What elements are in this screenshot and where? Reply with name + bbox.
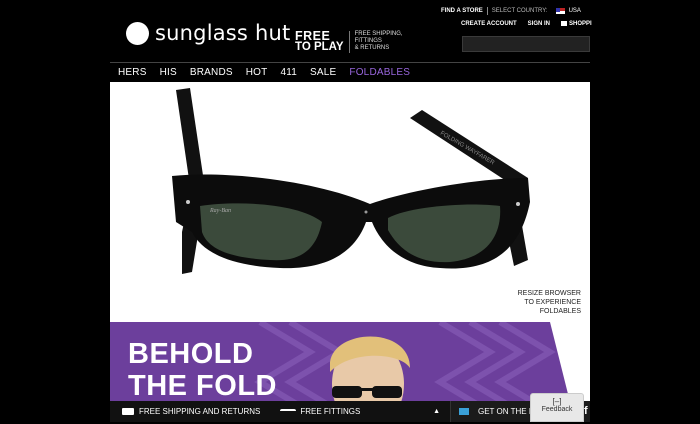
promo-to-play: TO PLAY [295,41,344,53]
promo-detail-returns: & RETURNS [354,45,390,51]
utility-divider [486,7,488,15]
ray-ban-logo: Ray-Ban [209,208,231,214]
shopping-bag-label: SHOPPI [569,21,592,28]
resize-browser-note: RESIZE BROWSER TO EXPERIENCE FOLDABLES [518,289,581,316]
headline-line-2: THE FOLD [128,370,277,402]
folding-wayfarer-sunglasses-image: FOLDING WAYFARER Ray-Ban [172,88,530,274]
footer-bar: FREE SHIPPING AND RETURNS FREE FITTINGS … [110,401,590,422]
utility-bar: FIND A STORE SELECT COUNTRY: USA [441,7,581,15]
create-account-link[interactable]: CREATE ACCOUNT [461,21,517,27]
shopping-bag-icon [561,21,568,26]
sun-logo-icon [126,21,149,45]
main-nav: HERS HIS BRANDS HOT 411 SALE FOLDABLES [110,62,590,82]
behold-the-fold-banner[interactable]: BEHOLD THE FOLD [110,322,590,402]
shopping-bag-link[interactable]: SHOPPI [561,21,592,27]
free-fittings-link[interactable]: FREE FITTINGS [260,401,360,422]
resize-line-3: FOLDABLES [539,308,581,315]
search-input[interactable] [462,36,590,52]
nav-item-411[interactable]: 411 [280,67,297,78]
select-country-label: SELECT COUNTRY: [491,8,548,14]
resize-line-2: TO EXPERIENCE [524,299,581,306]
nav-item-foldables[interactable]: FOLDABLES [349,67,410,78]
free-fittings-label: FREE FITTINGS [300,407,361,416]
feedback-button[interactable]: [–] Feedback [530,393,584,422]
promo-details: FREE SHIPPING, FITTINGS & RETURNS [355,31,405,53]
banner-headline: BEHOLD THE FOLD [128,338,277,402]
resize-line-1: RESIZE BROWSER [517,290,581,297]
nav-item-his[interactable]: HIS [160,67,177,78]
temple-text: FOLDING WAYFARER [439,131,496,167]
truck-icon [122,408,134,415]
sign-in-link[interactable]: SIGN IN [528,21,550,27]
country-selector[interactable]: USA [569,8,581,14]
sunglasses-icon [280,409,297,414]
headline-line-1: BEHOLD [128,338,254,370]
logo-text: sunglass hut [155,21,291,45]
model-sunglasses-left-lens [332,386,362,398]
feedback-label: Feedback [541,406,573,413]
promo-headline: FREE TO PLAY [295,30,344,53]
nav-item-hers[interactable]: HERS [118,67,147,78]
nav-item-hot[interactable]: HOT [246,67,268,78]
promo-detail-fittings: FITTINGS [354,38,382,44]
hero-banner[interactable]: FOLDING WAYFARER Ray-Ban RESIZE BROWSER … [110,82,590,322]
facebook-icon[interactable]: f [584,405,588,417]
free-shipping-label: FREE SHIPPING AND RETURNS [139,407,261,416]
promo-detail-shipping: FREE SHIPPING, [354,31,403,37]
account-links: CREATE ACCOUNT SIGN IN SHOPPI [461,21,592,27]
promo-divider [348,31,350,53]
logo[interactable]: sunglass hut [126,21,290,45]
expand-caret-icon[interactable]: ▲ [433,408,440,415]
mail-icon [459,408,469,415]
nav-item-brands[interactable]: BRANDS [190,67,233,78]
model-sunglasses-bridge [360,388,374,391]
us-flag-icon[interactable] [555,8,565,14]
feedback-icon: [–] [552,397,562,406]
nav-item-sale[interactable]: SALE [310,67,336,78]
free-to-play-promo[interactable]: FREE TO PLAY FREE SHIPPING, FITTINGS & R… [295,30,405,53]
free-shipping-link[interactable]: FREE SHIPPING AND RETURNS [110,401,260,422]
find-a-store-link[interactable]: FIND A STORE [441,8,483,14]
model-sunglasses-right-lens [372,386,402,398]
